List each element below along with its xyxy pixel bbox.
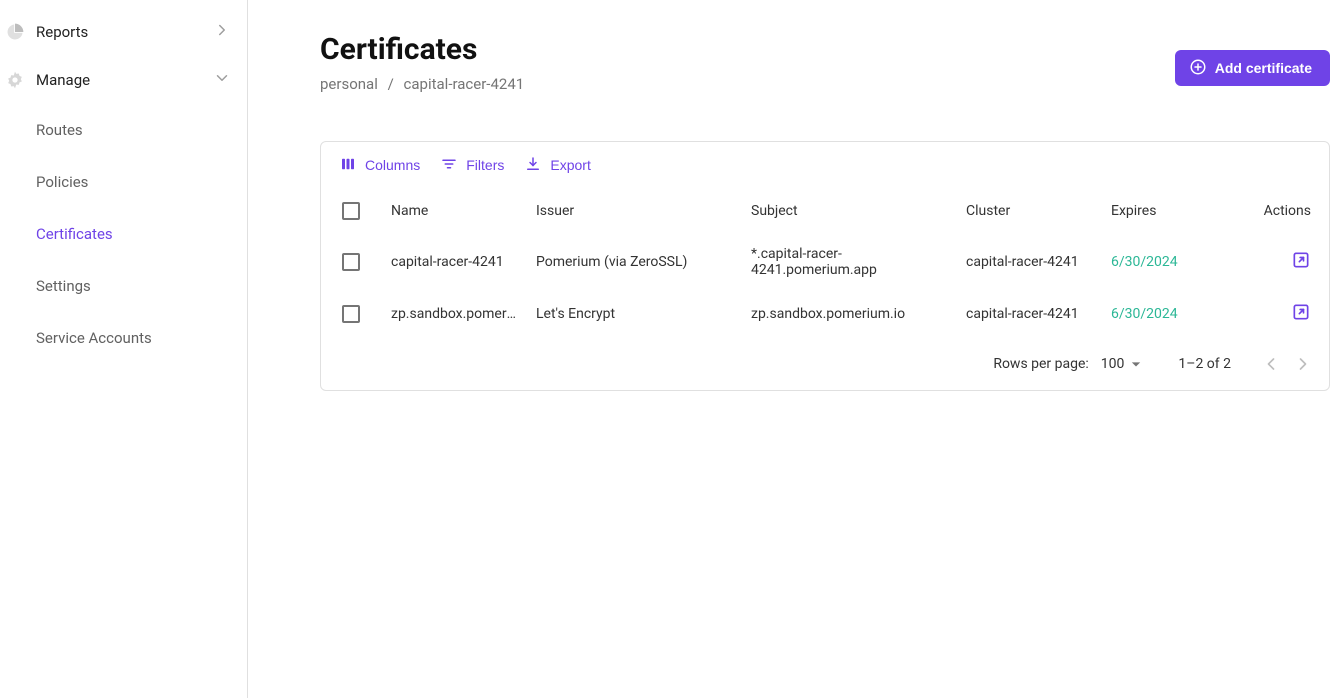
sidebar-item-service-accounts[interactable]: Service Accounts — [0, 312, 247, 364]
chevron-down-icon — [213, 69, 231, 91]
cell-name: zp.sandbox.pomerium.io — [381, 290, 526, 338]
row-checkbox[interactable] — [342, 305, 360, 323]
col-header-actions: Actions — [1221, 188, 1329, 234]
cell-name: capital-racer-4241 — [381, 234, 526, 290]
col-header-expires[interactable]: Expires — [1101, 188, 1221, 234]
certificates-table: Name Issuer Subject Cluster Expires Acti… — [321, 188, 1329, 338]
sidebar-item-label: Routes — [36, 121, 83, 139]
export-label: Export — [550, 157, 590, 173]
filter-icon — [440, 155, 466, 176]
sidebar: Reports Manage Routes Policies Certifica… — [0, 0, 248, 698]
cell-cluster: capital-racer-4241 — [956, 290, 1101, 338]
sidebar-item-routes[interactable]: Routes — [0, 104, 247, 156]
filters-button[interactable]: Filters — [430, 149, 514, 182]
columns-button[interactable]: Columns — [329, 149, 430, 182]
open-external-icon[interactable] — [1291, 250, 1311, 270]
add-certificate-button[interactable]: Add certificate — [1175, 50, 1330, 86]
export-button[interactable]: Export — [514, 149, 600, 182]
cell-issuer: Pomerium (via ZeroSSL) — [526, 234, 741, 290]
next-page-button[interactable] — [1287, 348, 1319, 380]
select-all-checkbox[interactable] — [342, 202, 360, 220]
breadcrumb-cluster[interactable]: capital-racer-4241 — [404, 75, 525, 93]
sidebar-item-manage[interactable]: Manage — [0, 56, 247, 104]
prev-page-button[interactable] — [1255, 348, 1287, 380]
certificates-table-card: Columns Filters Export Name Issue — [320, 141, 1330, 391]
chevron-right-icon — [213, 21, 231, 43]
rows-per-page-value: 100 — [1101, 356, 1125, 372]
cell-subject: zp.sandbox.pomerium.io — [741, 290, 956, 338]
col-header-issuer[interactable]: Issuer — [526, 188, 741, 234]
cell-subject: *.capital-racer-4241.pomerium.app — [741, 234, 956, 290]
table-row[interactable]: zp.sandbox.pomerium.io Let's Encrypt zp.… — [321, 290, 1329, 338]
add-certificate-label: Add certificate — [1215, 60, 1312, 76]
rows-per-page-select[interactable]: 100 — [1101, 354, 1147, 374]
breadcrumb-separator: / — [388, 75, 394, 93]
table-toolbar: Columns Filters Export — [321, 142, 1329, 188]
breadcrumb: personal / capital-racer-4241 — [320, 75, 524, 93]
sidebar-item-label: Policies — [36, 173, 88, 191]
col-header-subject[interactable]: Subject — [741, 188, 956, 234]
breadcrumb-namespace[interactable]: personal — [320, 75, 378, 93]
col-header-cluster[interactable]: Cluster — [956, 188, 1101, 234]
chevron-left-icon — [1261, 354, 1281, 374]
chevron-right-icon — [1293, 354, 1313, 374]
page-title: Certificates — [320, 32, 524, 67]
cell-expires: 6/30/2024 — [1101, 234, 1221, 290]
sidebar-item-label: Certificates — [36, 225, 113, 243]
sidebar-item-settings[interactable]: Settings — [0, 260, 247, 312]
main-content: Certificates personal / capital-racer-42… — [248, 0, 1344, 698]
filters-label: Filters — [466, 157, 504, 173]
columns-label: Columns — [365, 157, 420, 173]
cell-issuer: Let's Encrypt — [526, 290, 741, 338]
sidebar-item-label: Reports — [36, 23, 213, 41]
table-row[interactable]: capital-racer-4241 Pomerium (via ZeroSSL… — [321, 234, 1329, 290]
plus-circle-icon — [1189, 58, 1215, 79]
pagination-range: 1–2 of 2 — [1178, 356, 1231, 372]
pagination: Rows per page: 100 1–2 of 2 — [321, 338, 1329, 390]
row-checkbox[interactable] — [342, 253, 360, 271]
cell-cluster: capital-racer-4241 — [956, 234, 1101, 290]
sidebar-item-reports[interactable]: Reports — [0, 8, 247, 56]
sidebar-item-label: Settings — [36, 277, 91, 295]
rows-per-page-label: Rows per page: — [993, 356, 1088, 372]
cell-expires: 6/30/2024 — [1101, 290, 1221, 338]
download-icon — [524, 155, 550, 176]
sidebar-item-label: Service Accounts — [36, 329, 152, 347]
pie-chart-icon — [4, 21, 26, 43]
caret-down-icon — [1126, 354, 1146, 374]
col-header-name[interactable]: Name — [381, 188, 526, 234]
open-external-icon[interactable] — [1291, 302, 1311, 322]
sidebar-item-certificates[interactable]: Certificates — [0, 208, 247, 260]
sidebar-item-label: Manage — [36, 71, 213, 89]
columns-icon — [339, 155, 365, 176]
sidebar-item-policies[interactable]: Policies — [0, 156, 247, 208]
gear-icon — [4, 69, 26, 91]
